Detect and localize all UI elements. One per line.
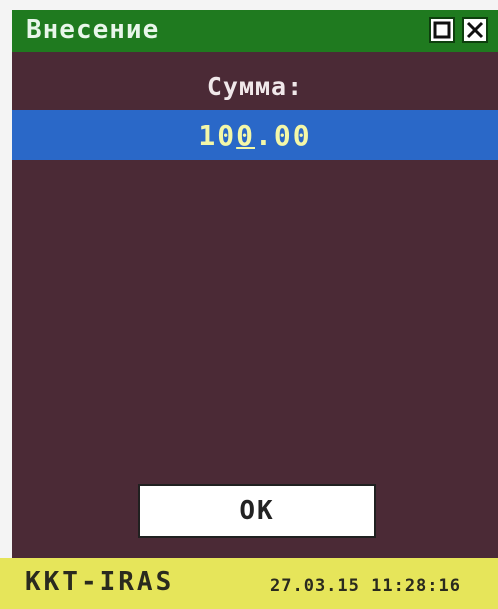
pos-screen: Внесение Сумма: 100.00 OK <box>12 10 498 598</box>
device-name: KKT-IRAS <box>25 567 175 597</box>
datetime: 27.03.15 11:28:16 <box>270 576 461 596</box>
amount-cursor-digit: 0 <box>236 119 255 152</box>
ok-button[interactable]: OK <box>138 484 376 538</box>
restore-icon <box>433 21 451 39</box>
close-icon <box>466 21 484 39</box>
amount-input[interactable]: 100.00 <box>12 110 498 160</box>
status-bar: KKT-IRAS 27.03.15 11:28:16 <box>0 558 498 609</box>
title-bar: Внесение <box>12 10 498 52</box>
amount-value-end: .00 <box>255 119 312 152</box>
close-button[interactable] <box>462 17 488 43</box>
amount-value-start: 10 <box>198 119 237 152</box>
restore-button[interactable] <box>429 17 455 43</box>
amount-label: Сумма: <box>206 72 304 101</box>
amount-value: 100.00 <box>12 119 498 152</box>
window-title: Внесение <box>26 15 160 45</box>
